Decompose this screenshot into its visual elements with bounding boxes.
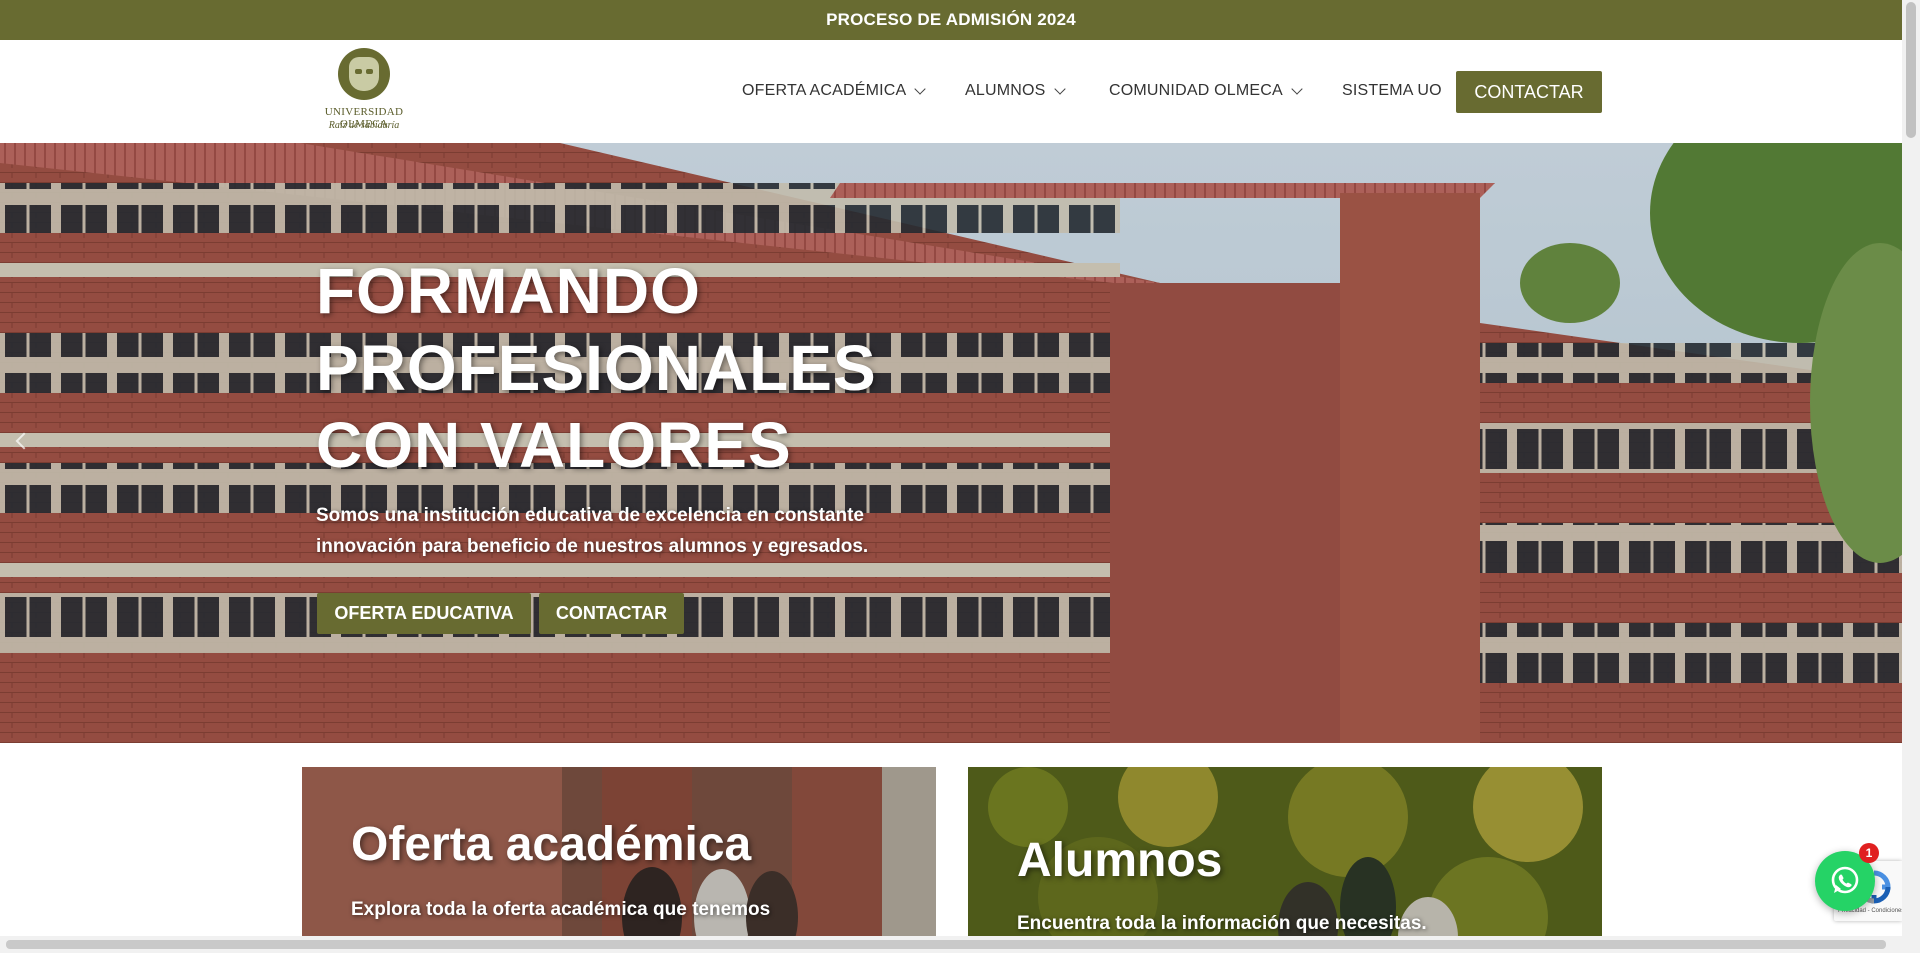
card-oferta-academica[interactable]: Oferta académica Explora toda la oferta …: [302, 767, 936, 953]
nav-item-comunidad-olmeca[interactable]: COMUNIDAD OLMECA: [1109, 82, 1303, 100]
nav-item-label: SISTEMA UO: [1342, 82, 1442, 99]
logo-motto: Raíz de sabiduría: [328, 120, 400, 131]
logo[interactable]: UNIVERSIDAD OLMECA Raíz de sabiduría: [302, 48, 426, 134]
hero-subtitle-line: innovación para beneficio de nuestros al…: [316, 536, 869, 557]
olmeca-head-icon: [338, 48, 390, 100]
notification-badge: 1: [1859, 843, 1879, 863]
admission-banner[interactable]: PROCESO DE ADMISIÓN 2024: [0, 0, 1902, 40]
vertical-scrollbar-thumb[interactable]: [1906, 2, 1916, 138]
card-title: Oferta académica: [351, 818, 752, 871]
card-title: Alumnos: [1017, 834, 1223, 887]
hero-title-line: PROFESIONALES: [316, 332, 877, 404]
nav-item-oferta-academica[interactable]: OFERTA ACADÉMICA: [742, 82, 927, 100]
hero-contact-button[interactable]: CONTACTAR: [539, 593, 684, 634]
whatsapp-icon: [1831, 866, 1859, 894]
hero-subtitle-line: Somos una institución educativa de excel…: [316, 505, 864, 526]
nav-item-sistema-uo[interactable]: SISTEMA UO: [1342, 82, 1442, 100]
chevron-down-icon: [1053, 82, 1066, 95]
horizontal-scrollbar-thumb[interactable]: [6, 940, 1886, 949]
nav-item-label: OFERTA ACADÉMICA: [742, 82, 907, 99]
hero-slider: FORMANDO PROFESIONALES CON VALORES Somos…: [0, 143, 1902, 743]
chevron-down-icon: [914, 82, 927, 95]
vertical-scrollbar[interactable]: [1902, 0, 1920, 953]
nav-item-alumnos[interactable]: ALUMNOS: [965, 82, 1066, 100]
hero-title: FORMANDO PROFESIONALES CON VALORES: [316, 253, 877, 484]
card-text: Encuentra toda la información que necesi…: [1017, 913, 1427, 934]
hero-title-line: CON VALORES: [316, 409, 792, 481]
nav-item-label: ALUMNOS: [965, 82, 1046, 99]
hero-subtitle: Somos una institución educativa de excel…: [316, 500, 916, 562]
site-header: UNIVERSIDAD OLMECA Raíz de sabiduría OFE…: [0, 40, 1902, 143]
admission-banner-text: PROCESO DE ADMISIÓN 2024: [826, 10, 1076, 29]
card-text: Explora toda la oferta académica que ten…: [351, 899, 771, 920]
campus-building-photo: [0, 143, 1902, 743]
nav-item-label: COMUNIDAD OLMECA: [1109, 82, 1283, 99]
oferta-educativa-button[interactable]: OFERTA EDUCATIVA: [317, 593, 531, 634]
contact-button[interactable]: CONTACTAR: [1456, 71, 1602, 113]
hero-title-line: FORMANDO: [316, 255, 701, 327]
card-alumnos[interactable]: Alumnos Encuentra toda la información qu…: [968, 767, 1602, 953]
chevron-down-icon: [1291, 82, 1303, 95]
